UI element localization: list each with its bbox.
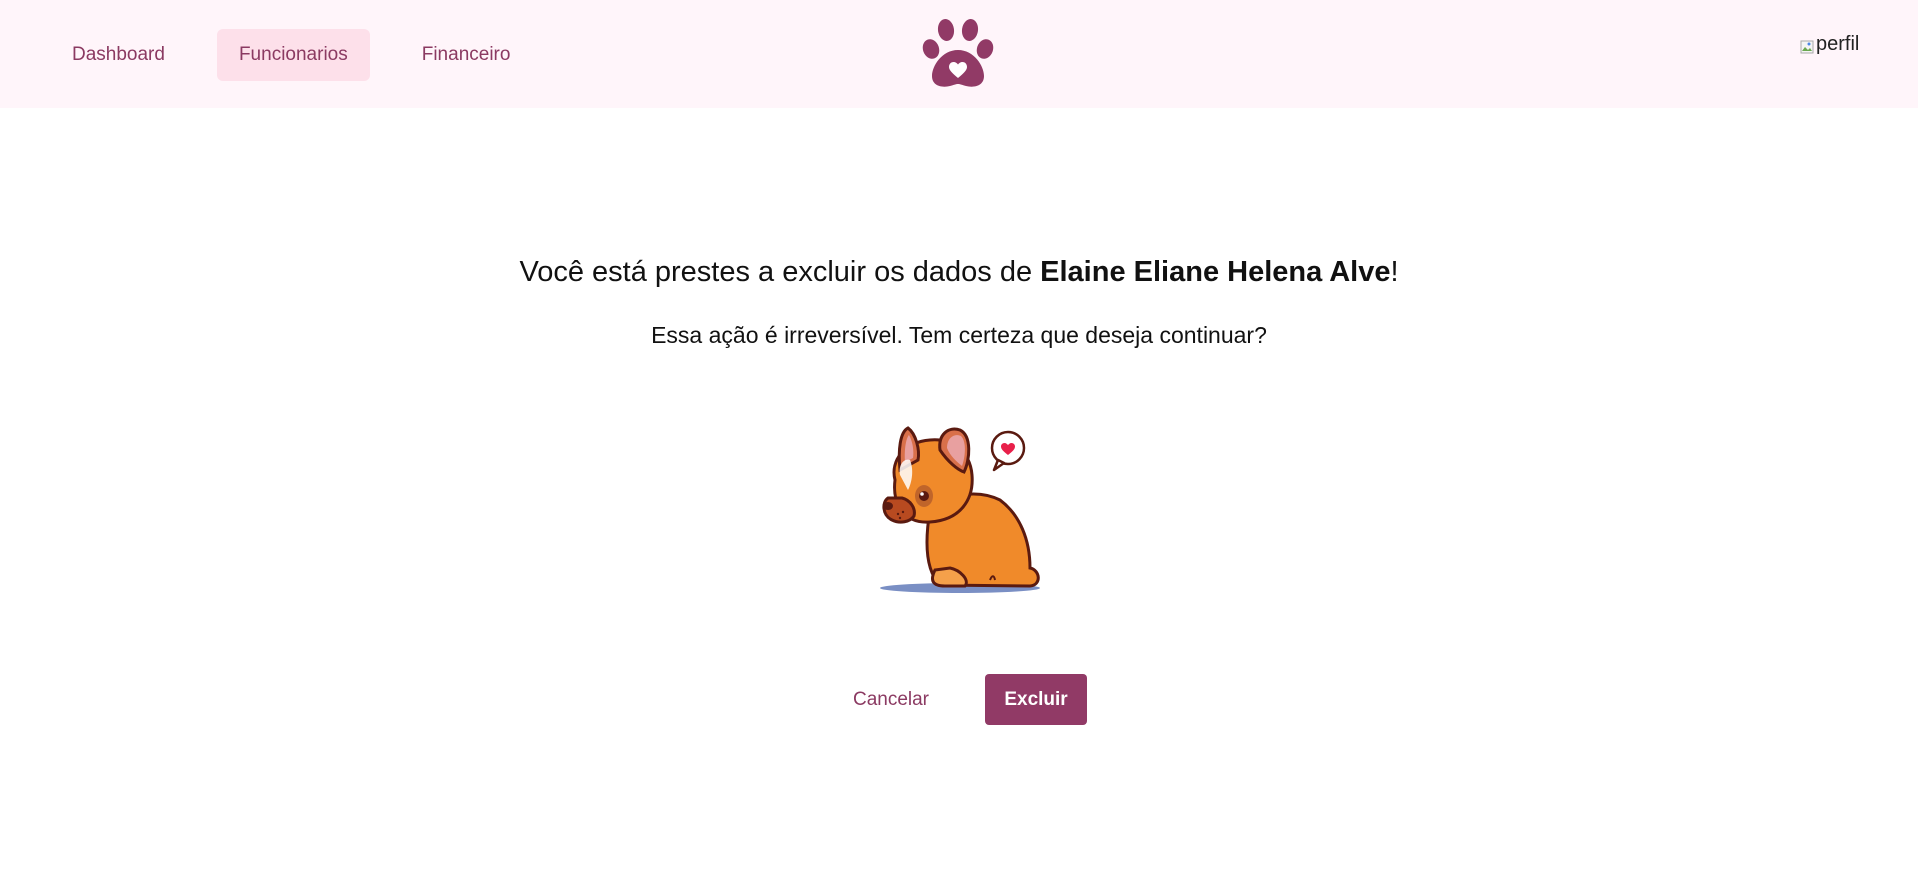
paw-heart-icon — [922, 19, 994, 87]
avatar-alt-text: perfil — [1816, 32, 1860, 55]
page-title: Você está prestes a excluir os dados de … — [0, 256, 1918, 289]
nav-item-dashboard[interactable]: Dashboard — [50, 29, 187, 81]
main-nav: Dashboard Funcionarios Financeiro — [50, 29, 562, 81]
title-suffix: ! — [1390, 256, 1399, 288]
avatar[interactable]: perfil — [1800, 32, 1864, 56]
delete-button[interactable]: Excluir — [985, 674, 1088, 725]
broken-image-icon — [1800, 37, 1814, 54]
nav-item-financeiro[interactable]: Financeiro — [400, 29, 533, 81]
confirmation-message: Essa ação é irreversível. Tem certeza qu… — [651, 322, 1267, 348]
cancel-button[interactable]: Cancelar — [831, 674, 951, 725]
nav-item-funcionarios[interactable]: Funcionarios — [216, 29, 370, 81]
title-prefix: Você está prestes a excluir os dados de — [519, 256, 1041, 288]
sad-bulldog-illustration — [880, 426, 1040, 593]
employee-name: Elaine Eliane Helena Alve — [1040, 256, 1391, 288]
top-navbar: Dashboard Funcionarios Financeiro perfil — [0, 0, 1918, 108]
dialog-actions: Cancelar Excluir — [0, 674, 1918, 725]
